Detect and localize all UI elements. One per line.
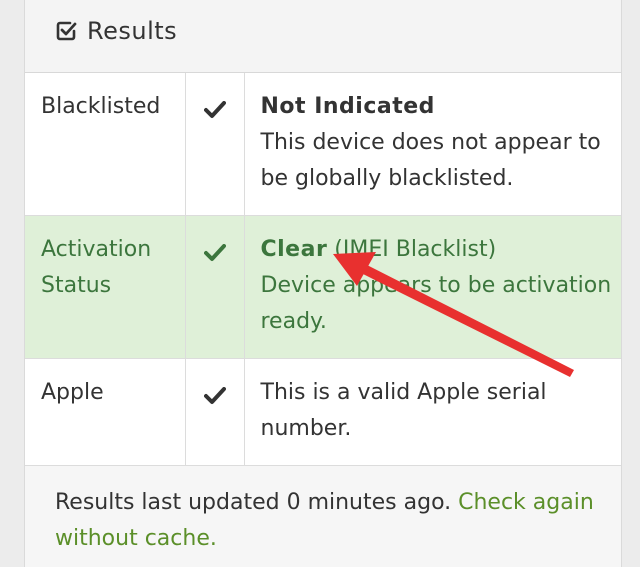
result-detail-cell: Not Indicated This device does not appea… bbox=[244, 73, 621, 216]
result-row-apple: Apple This is a valid Apple serial numbe… bbox=[25, 358, 621, 466]
results-panel: Results Blacklisted Not Indicated This d… bbox=[24, 0, 622, 567]
result-detail: Device appears to be activation ready. bbox=[260, 273, 612, 334]
footer-note: Results last updated 0 minutes ago. Chec… bbox=[55, 485, 595, 557]
result-headline: Clear bbox=[260, 237, 328, 262]
result-detail: This is a valid Apple serial number. bbox=[260, 380, 547, 441]
results-table: Blacklisted Not Indicated This device do… bbox=[25, 73, 621, 466]
page: Results Blacklisted Not Indicated This d… bbox=[0, 0, 640, 567]
panel-title: Results bbox=[55, 17, 177, 45]
checkmark-icon bbox=[203, 244, 226, 261]
panel-header: Results bbox=[25, 0, 621, 73]
result-status bbox=[185, 73, 245, 216]
result-detail: This device does not appear to be global… bbox=[260, 130, 601, 191]
footer-text: Results last updated 0 minutes ago. bbox=[55, 490, 459, 515]
checkmark-icon bbox=[203, 387, 226, 404]
result-detail-cell: This is a valid Apple serial number. bbox=[244, 358, 621, 466]
panel-title-text: Results bbox=[87, 17, 178, 45]
result-row-blacklisted: Blacklisted Not Indicated This device do… bbox=[25, 73, 621, 216]
result-label: Apple bbox=[25, 358, 186, 466]
checkmark-icon bbox=[203, 101, 226, 118]
result-status bbox=[185, 215, 245, 359]
result-status bbox=[185, 358, 245, 466]
result-row-activation-status: Activation Status Clear (IMEI Blacklist)… bbox=[25, 215, 622, 359]
result-headline: Not Indicated bbox=[260, 94, 435, 119]
result-detail-cell: Clear (IMEI Blacklist) Device appears to… bbox=[244, 215, 622, 359]
result-headline-suffix: (IMEI Blacklist) bbox=[327, 237, 497, 262]
checkbox-check-icon bbox=[56, 21, 77, 41]
result-label: Blacklisted bbox=[25, 73, 186, 216]
result-label: Activation Status bbox=[25, 215, 186, 359]
result-headline-line: Clear (IMEI Blacklist) bbox=[261, 232, 622, 268]
